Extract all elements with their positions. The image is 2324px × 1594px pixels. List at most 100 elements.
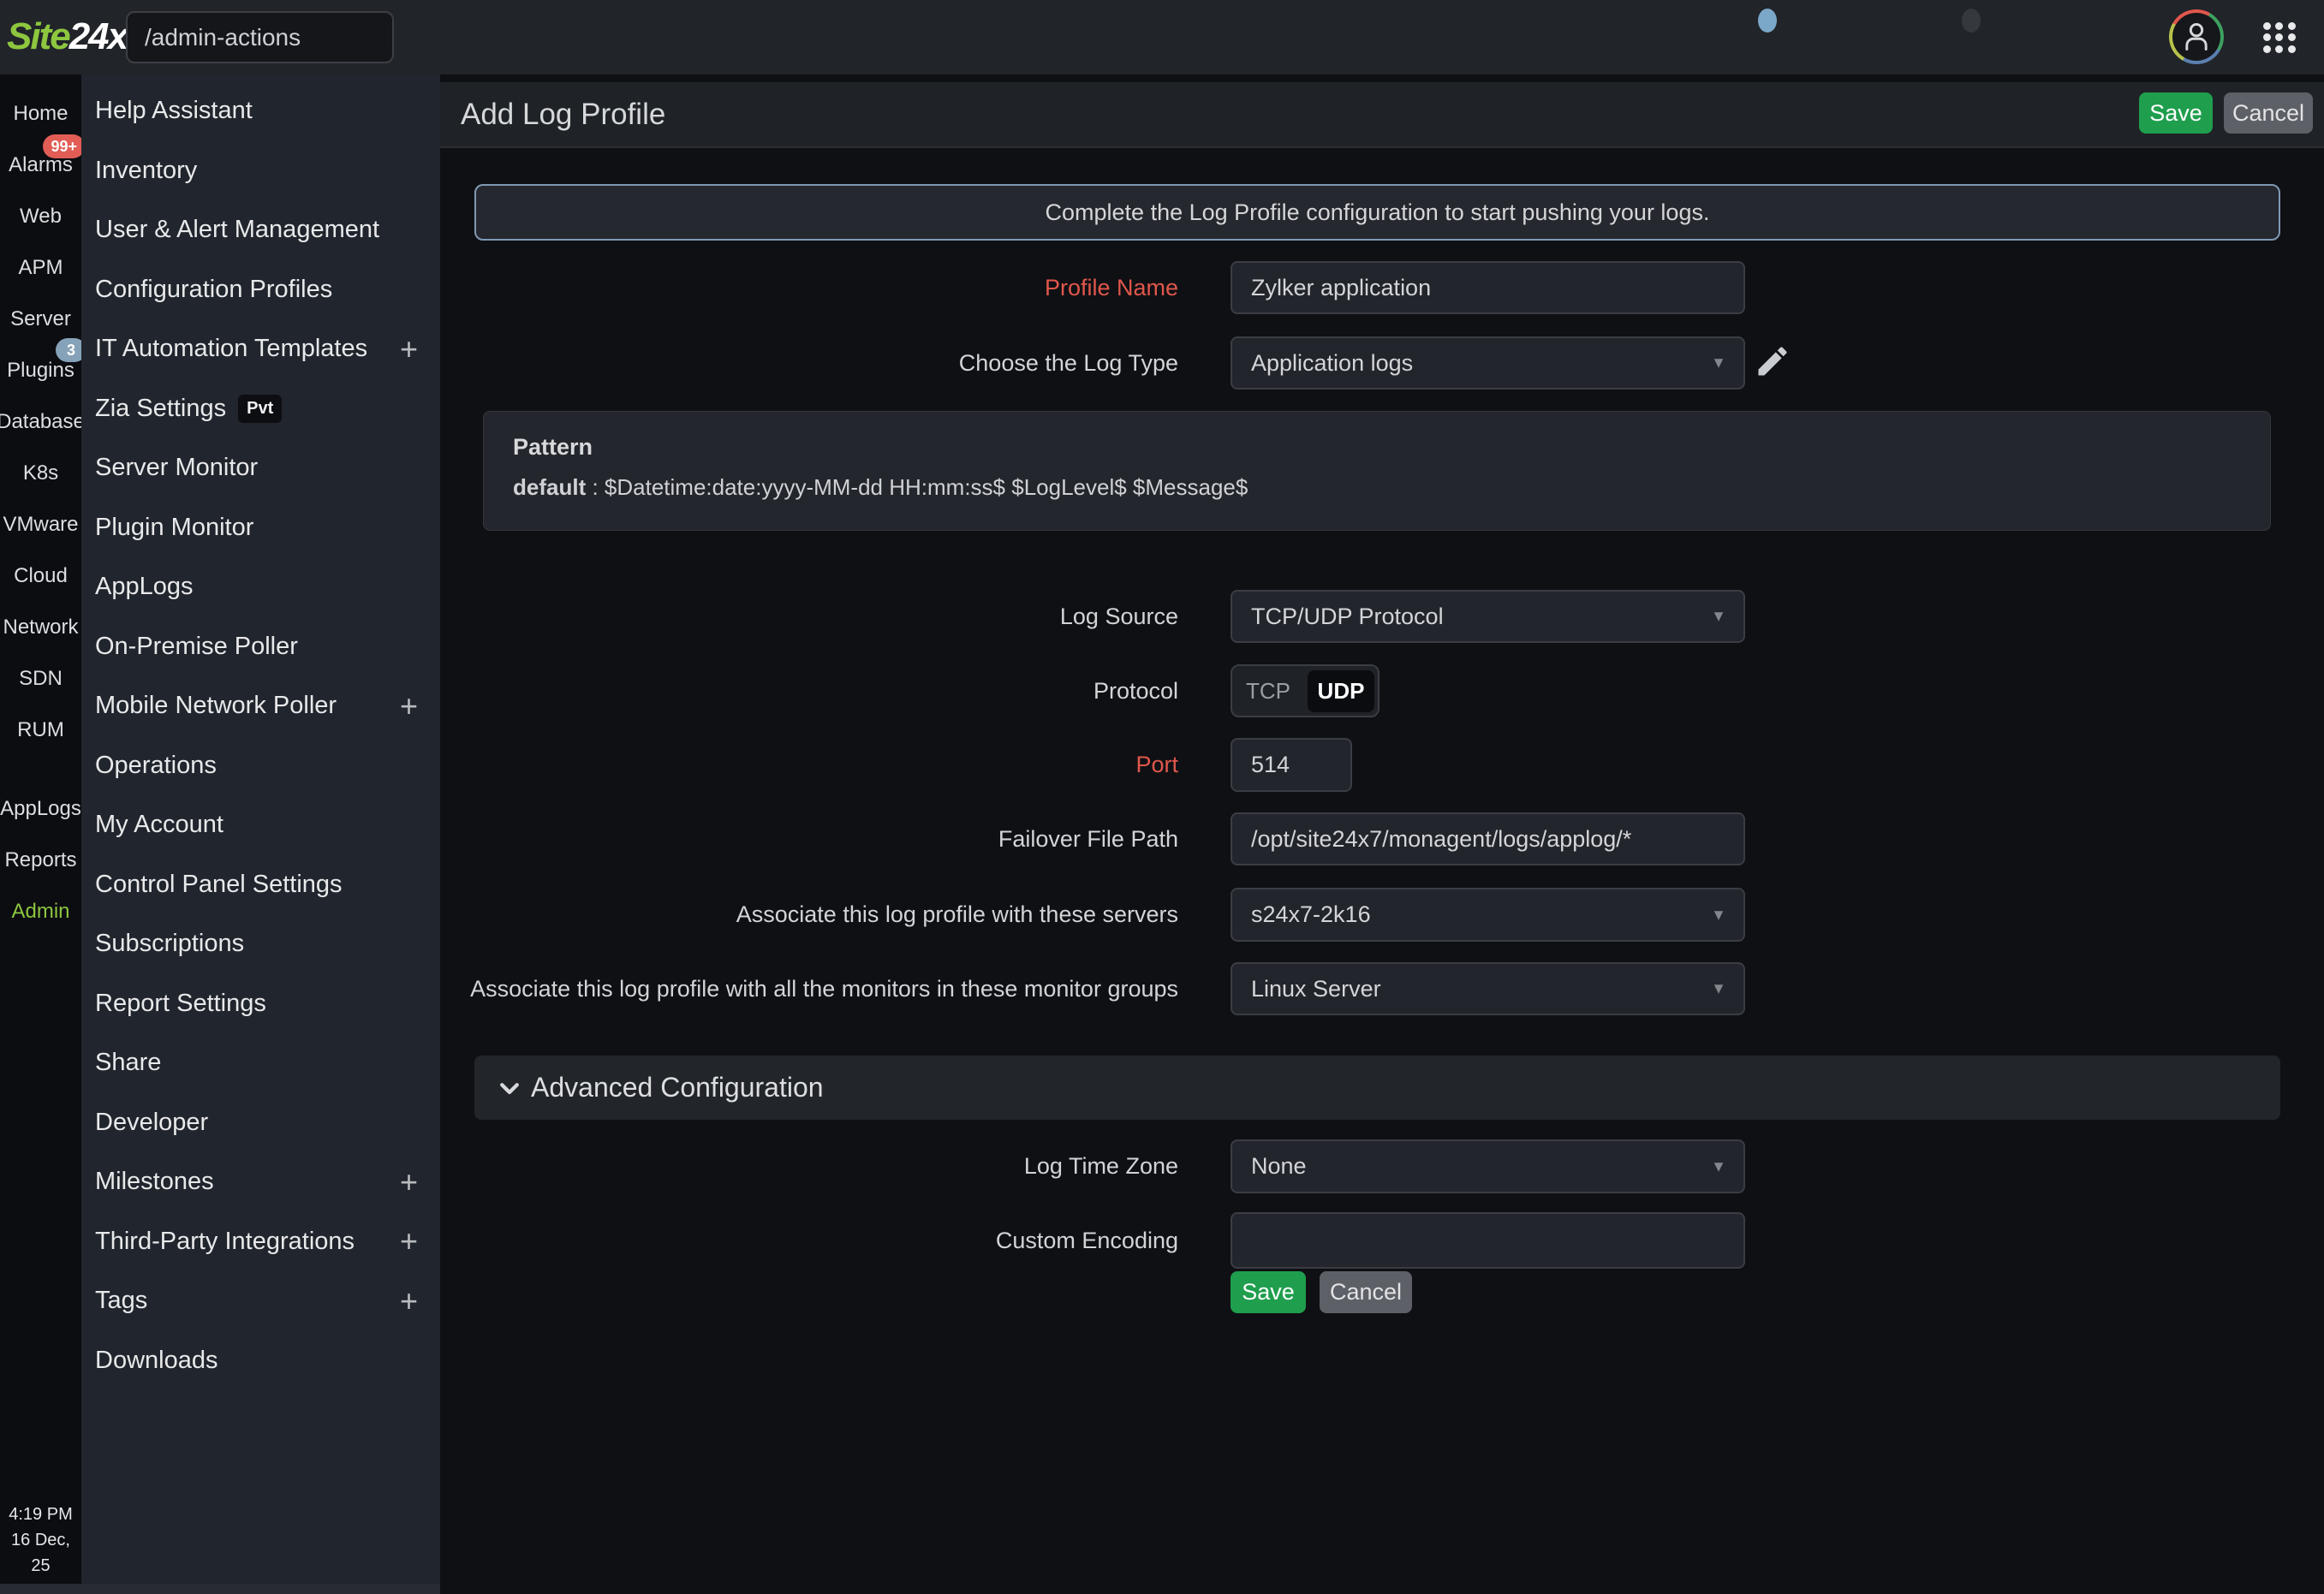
rail-item-home[interactable]: Home bbox=[0, 88, 81, 140]
apps-grid-icon[interactable] bbox=[2261, 21, 2298, 55]
rail-item-plugins[interactable]: Plugins3 bbox=[0, 345, 81, 396]
encoding-input[interactable] bbox=[1231, 1212, 1745, 1269]
sidebar-item-it-automation-templates[interactable]: IT Automation Templates+ bbox=[81, 319, 440, 379]
sidebar-item-label: User & Alert Management bbox=[95, 216, 379, 244]
protocol-toggle: TCP UDP bbox=[1231, 664, 1380, 717]
edit-pencil-icon[interactable] bbox=[1754, 342, 1791, 380]
sidebar-item-zia-settings[interactable]: Zia SettingsPvt bbox=[81, 379, 440, 439]
rail-item-label: Plugins bbox=[7, 359, 74, 383]
status-dot-active[interactable] bbox=[1758, 9, 1777, 33]
port-label: Port bbox=[440, 738, 1178, 792]
advanced-configuration-title: Advanced Configuration bbox=[531, 1072, 824, 1103]
expand-plus-icon[interactable]: + bbox=[400, 1167, 418, 1198]
failover-path-input[interactable] bbox=[1231, 812, 1745, 865]
sidebar-item-help-assistant[interactable]: Help Assistant bbox=[81, 81, 440, 141]
sidebar-item-plugin-monitor[interactable]: Plugin Monitor bbox=[81, 498, 440, 558]
protocol-option-tcp[interactable]: TCP bbox=[1232, 678, 1304, 705]
sidebar-scrollbar[interactable] bbox=[0, 1584, 440, 1594]
sidebar-item-label: Operations bbox=[95, 752, 217, 780]
rail-item-apm[interactable]: APM bbox=[0, 242, 81, 294]
rail-item-network[interactable]: Network bbox=[0, 602, 81, 653]
sidebar-item-label: Third-Party Integrations bbox=[95, 1228, 355, 1256]
sidebar-item-report-settings[interactable]: Report Settings bbox=[81, 974, 440, 1034]
save-button-header[interactable]: Save bbox=[2139, 92, 2213, 134]
sidebar-item-configuration-profiles[interactable]: Configuration Profiles bbox=[81, 260, 440, 320]
rail-item-cloud[interactable]: Cloud bbox=[0, 550, 81, 602]
rail-item-server[interactable]: Server bbox=[0, 294, 81, 345]
expand-plus-icon[interactable]: + bbox=[400, 334, 418, 365]
rail-item-label: AppLogs bbox=[0, 797, 81, 821]
user-avatar[interactable] bbox=[2169, 9, 2224, 64]
sidebar-item-my-account[interactable]: My Account bbox=[81, 795, 440, 855]
sidebar-item-third-party-integrations[interactable]: Third-Party Integrations + bbox=[81, 1212, 440, 1272]
rail-item-label: Network bbox=[3, 616, 78, 639]
chevron-down-icon: ▼ bbox=[1711, 1157, 1726, 1175]
sidebar-item-mobile-network-poller[interactable]: Mobile Network Poller+ bbox=[81, 676, 440, 736]
chevron-down-icon: ▼ bbox=[1711, 980, 1726, 998]
sidebar-item-operations[interactable]: Operations bbox=[81, 736, 440, 796]
pattern-title: Pattern bbox=[513, 434, 2241, 461]
sidebar-item-label: Configuration Profiles bbox=[95, 276, 332, 304]
sidebar-item-developer[interactable]: Developer bbox=[81, 1093, 440, 1153]
expand-plus-icon[interactable]: + bbox=[400, 691, 418, 722]
rail-item-applogs[interactable]: AppLogs bbox=[0, 783, 81, 835]
rail-item-database[interactable]: Database bbox=[0, 396, 81, 448]
chevron-down-icon bbox=[497, 1075, 522, 1101]
sidebar-item-inventory[interactable]: Inventory bbox=[81, 141, 440, 201]
protocol-option-udp[interactable]: UDP bbox=[1308, 670, 1374, 712]
monitor-groups-dropdown[interactable]: Linux Server ▼ bbox=[1231, 962, 1745, 1015]
port-input[interactable] bbox=[1231, 738, 1352, 792]
encoding-label: Custom Encoding bbox=[440, 1212, 1178, 1269]
advanced-configuration-toggle[interactable]: Advanced Configuration bbox=[474, 1056, 2280, 1120]
profile-name-input[interactable] bbox=[1231, 261, 1745, 314]
sidebar-item-label: Developer bbox=[95, 1109, 208, 1137]
cancel-button[interactable]: Cancel bbox=[1320, 1271, 1412, 1313]
clock-date: 16 Dec, 25 bbox=[0, 1527, 81, 1579]
logo-site-text: Site bbox=[7, 15, 69, 57]
associate-servers-dropdown[interactable]: s24x7-2k16 ▼ bbox=[1231, 888, 1745, 942]
sidebar-item-label: Zia Settings bbox=[95, 395, 226, 423]
sidebar-item-share[interactable]: Share bbox=[81, 1033, 440, 1093]
search-input[interactable] bbox=[126, 11, 394, 63]
rail-item-label: Database bbox=[0, 410, 85, 434]
log-type-dropdown[interactable]: Application logs ▼ bbox=[1231, 336, 1745, 390]
rail-item-alarms[interactable]: Alarms99+ bbox=[0, 140, 81, 191]
chevron-down-icon: ▼ bbox=[1711, 906, 1726, 924]
log-type-value: Application logs bbox=[1251, 350, 1413, 377]
person-icon bbox=[2182, 21, 2211, 53]
sidebar-item-on-premise-poller[interactable]: On-Premise Poller bbox=[81, 617, 440, 677]
app-window: Site24x7 HomeAlarms99+WebAPMServerPlugin… bbox=[0, 0, 2324, 1594]
rail-item-vmware[interactable]: VMware bbox=[0, 499, 81, 550]
sidebar-item-applogs[interactable]: AppLogs bbox=[81, 557, 440, 617]
sidebar-item-control-panel-settings[interactable]: Control Panel Settings bbox=[81, 855, 440, 915]
sidebar-item-label: Milestones bbox=[95, 1168, 214, 1196]
expand-plus-icon[interactable]: + bbox=[400, 1286, 418, 1317]
log-source-value: TCP/UDP Protocol bbox=[1251, 604, 1444, 630]
expand-plus-icon[interactable]: + bbox=[400, 1226, 418, 1257]
sidebar-item-tags[interactable]: Tags+ bbox=[81, 1271, 440, 1331]
rail-item-rum[interactable]: RUM bbox=[0, 705, 81, 756]
sidebar-item-downloads[interactable]: Downloads bbox=[81, 1331, 440, 1391]
status-dot-inactive[interactable] bbox=[1962, 9, 1981, 33]
sidebar-item-label: Help Assistant bbox=[95, 97, 253, 125]
timezone-dropdown[interactable]: None ▼ bbox=[1231, 1139, 1745, 1193]
rail-item-k8s[interactable]: K8s bbox=[0, 448, 81, 499]
log-source-dropdown[interactable]: TCP/UDP Protocol ▼ bbox=[1231, 590, 1745, 643]
rail-item-sdn[interactable]: SDN bbox=[0, 653, 81, 705]
sidebar-item-label: AppLogs bbox=[95, 573, 194, 601]
page-header: Add Log Profile Save Cancel bbox=[440, 82, 2324, 148]
sidebar-item-subscriptions[interactable]: Subscriptions bbox=[81, 914, 440, 974]
sidebar-item-milestones[interactable]: Milestones + bbox=[81, 1152, 440, 1212]
rail-item-reports[interactable]: Reports bbox=[0, 835, 81, 886]
sidebar-item-server-monitor[interactable]: Server Monitor bbox=[81, 438, 440, 498]
pattern-default-line: default : $Datetime:date:yyyy-MM-dd HH:m… bbox=[513, 474, 2241, 501]
pattern-key: default bbox=[513, 474, 586, 500]
rail-item-web[interactable]: Web bbox=[0, 191, 81, 242]
cancel-button-header[interactable]: Cancel bbox=[2224, 92, 2313, 134]
rail-item-label: SDN bbox=[19, 667, 63, 691]
rail-clock: 4:19 PM16 Dec, 25 bbox=[0, 1502, 81, 1594]
save-button[interactable]: Save bbox=[1231, 1271, 1306, 1313]
rail-item-admin[interactable]: Admin bbox=[0, 886, 81, 937]
sidebar-item-user-alert-management[interactable]: User & Alert Management bbox=[81, 200, 440, 260]
avatar-inner bbox=[2172, 13, 2220, 61]
